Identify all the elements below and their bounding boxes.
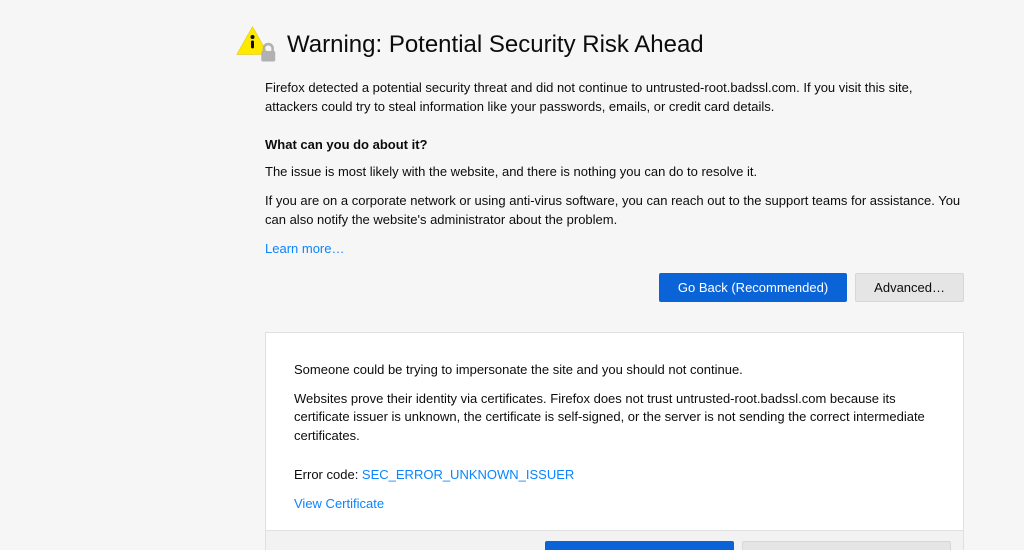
warning-lock-icon <box>235 24 277 70</box>
panel-go-back-button[interactable]: Go Back (Recommended) <box>545 541 733 550</box>
advanced-button[interactable]: Advanced… <box>855 273 964 302</box>
accept-risk-button[interactable]: Accept the Risk and Continue <box>742 541 951 550</box>
panel-warning-1: Someone could be trying to impersonate t… <box>294 361 935 380</box>
go-back-button[interactable]: Go Back (Recommended) <box>659 273 847 302</box>
advice-text-2: If you are on a corporate network or usi… <box>265 192 964 230</box>
intro-text: Firefox detected a potential security th… <box>265 79 964 117</box>
panel-warning-2: Websites prove their identity via certif… <box>294 390 935 447</box>
advanced-panel: Someone could be trying to impersonate t… <box>265 332 964 550</box>
learn-more-link[interactable]: Learn more… <box>265 241 344 256</box>
subheading: What can you do about it? <box>265 136 964 155</box>
advice-text-1: The issue is most likely with the websit… <box>265 163 964 182</box>
view-certificate-link[interactable]: View Certificate <box>294 496 384 511</box>
page-title: Warning: Potential Security Risk Ahead <box>287 28 704 63</box>
error-code-link[interactable]: SEC_ERROR_UNKNOWN_ISSUER <box>362 467 574 482</box>
error-code-line: Error code: SEC_ERROR_UNKNOWN_ISSUER <box>294 466 935 485</box>
